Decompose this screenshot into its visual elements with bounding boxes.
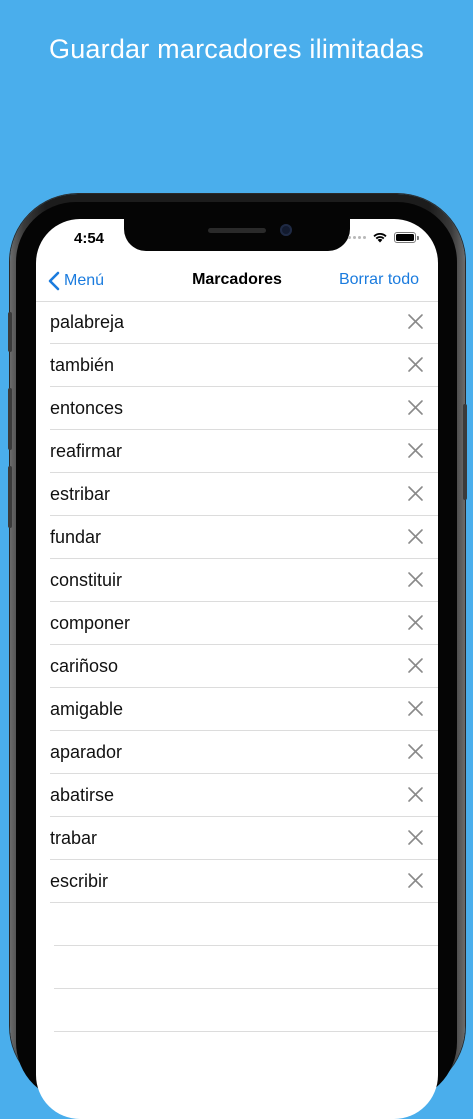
close-icon[interactable] [407, 700, 424, 717]
back-button[interactable]: Menú [48, 269, 104, 293]
bookmark-word: escribir [50, 871, 109, 891]
battery-icon [394, 231, 419, 243]
list-item[interactable]: amigable [50, 688, 438, 731]
bookmark-word: amigable [50, 699, 124, 719]
close-icon[interactable] [407, 614, 424, 631]
list-item[interactable]: palabreja [50, 301, 438, 344]
back-button-label: Menú [64, 272, 105, 289]
chevron-left-icon [48, 271, 60, 291]
phone-side-button [463, 404, 467, 500]
list-item[interactable]: escribir [50, 860, 438, 903]
phone-side-button [8, 312, 12, 352]
bookmark-word: componer [50, 613, 131, 633]
signal-icon [348, 235, 366, 239]
list-item[interactable]: reafirmar [50, 430, 438, 473]
bookmark-word: reafirmar [50, 441, 123, 461]
list-item[interactable]: cariñoso [50, 645, 438, 688]
bookmark-word: estribar [50, 484, 111, 504]
bookmark-word: trabar [50, 828, 98, 848]
phone-side-button [8, 388, 12, 450]
wifi-icon [373, 232, 387, 243]
promo-headline: Guardar marcadores ilimitadas [49, 34, 424, 64]
bookmark-list: palabreja también entonces reafirmar est… [36, 301, 438, 1032]
status-time: 4:54 [74, 230, 105, 247]
list-item[interactable]: componer [50, 602, 438, 645]
status-indicators [348, 230, 419, 244]
phone-screen: 4:54 Menú Marcadores Borrar todo palabre… [36, 219, 438, 1119]
bookmark-word: palabreja [50, 312, 125, 332]
list-item[interactable]: trabar [50, 817, 438, 860]
list-item[interactable]: entonces [50, 387, 438, 430]
close-icon[interactable] [407, 571, 424, 588]
close-icon[interactable] [407, 743, 424, 760]
empty-list-row [54, 946, 438, 989]
navigation-bar: Menú Marcadores Borrar todo [36, 265, 438, 302]
close-icon[interactable] [407, 657, 424, 674]
list-item[interactable]: constituir [50, 559, 438, 602]
list-item[interactable]: abatirse [50, 774, 438, 817]
close-icon[interactable] [407, 829, 424, 846]
list-item[interactable]: también [50, 344, 438, 387]
phone-notch [124, 219, 350, 251]
bookmark-word: fundar [50, 527, 102, 547]
close-icon[interactable] [407, 356, 424, 373]
bookmark-word: también [50, 355, 115, 375]
bookmark-word: abatirse [50, 785, 115, 805]
front-camera [280, 224, 292, 236]
list-item[interactable]: aparador [50, 731, 438, 774]
empty-list-row [54, 989, 438, 1032]
close-icon[interactable] [407, 528, 424, 545]
close-icon[interactable] [407, 485, 424, 502]
close-icon[interactable] [407, 786, 424, 803]
close-icon[interactable] [407, 872, 424, 889]
close-icon[interactable] [407, 313, 424, 330]
close-icon[interactable] [407, 399, 424, 416]
clear-all-button[interactable]: Borrar todo [339, 271, 419, 289]
bookmark-word: constituir [50, 570, 123, 590]
phone-side-button [8, 466, 12, 528]
list-item[interactable]: estribar [50, 473, 438, 516]
bookmark-word: aparador [50, 742, 123, 762]
bookmark-word: entonces [50, 398, 124, 418]
close-icon[interactable] [407, 442, 424, 459]
empty-list-row [54, 903, 438, 946]
speaker-grille [208, 228, 266, 233]
list-item[interactable]: fundar [50, 516, 438, 559]
bookmark-word: cariñoso [50, 656, 119, 676]
